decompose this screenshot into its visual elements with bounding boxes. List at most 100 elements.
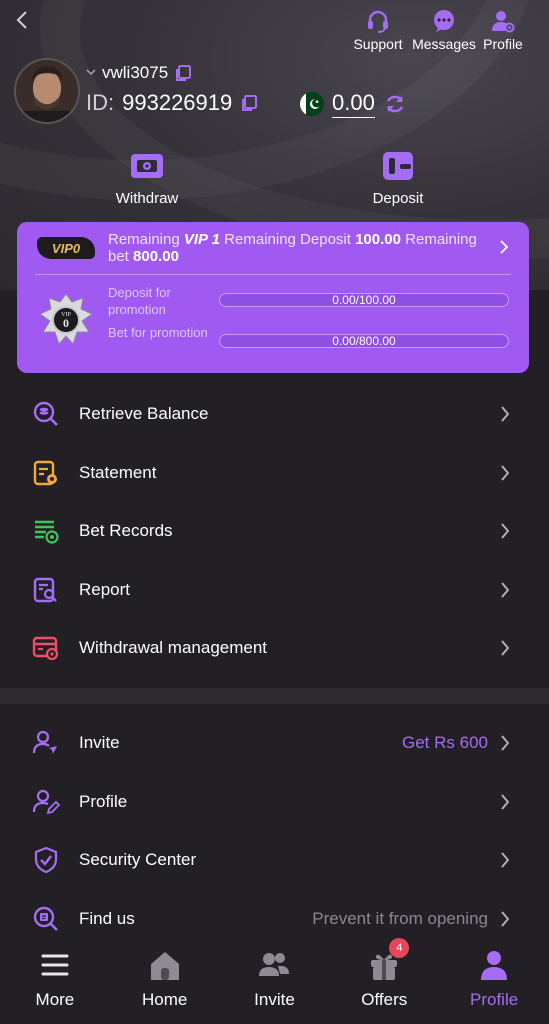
menu-item-find-us[interactable]: Find us Prevent it from opening: [0, 890, 549, 949]
vip-remaining-text: Remaining VIP 1 Remaining Deposit 100.00…: [108, 231, 477, 265]
retrieve-balance-icon: [33, 402, 58, 427]
chevron-right-icon: [501, 794, 510, 810]
support-label: Support: [353, 36, 403, 52]
menu-label: Withdrawal management: [79, 638, 268, 658]
menu-label: Profile: [79, 791, 128, 811]
menu-label: Find us: [79, 908, 135, 928]
chevron-down-icon[interactable]: [86, 68, 96, 79]
deposit-progress-bar: 0.00/100.00: [219, 293, 509, 307]
chat-bubble-icon: [434, 10, 454, 32]
copy-username-icon[interactable]: [174, 64, 192, 82]
menu-item-withdrawal-management[interactable]: Withdrawal management: [0, 619, 549, 678]
chevron-right-icon: [501, 735, 510, 751]
withdraw-icon: [131, 154, 163, 178]
back-button[interactable]: [12, 8, 32, 32]
nav-label: Invite: [254, 990, 295, 1009]
menu-primary: Retrieve Balance Statement Bet Records R…: [0, 385, 549, 678]
offers-count-badge: 4: [389, 938, 410, 958]
messages-label: Messages: [412, 36, 476, 52]
menu-item-bet-records[interactable]: Bet Records: [0, 502, 549, 561]
shield-check-icon: [34, 847, 58, 874]
nav-offers[interactable]: 4 Offers: [329, 938, 439, 1024]
deposit-promotion-label: Deposit for promotion: [108, 285, 171, 317]
menu-item-invite[interactable]: Invite Get Rs 600: [0, 714, 549, 773]
top-actions: Support Messages Profile: [347, 8, 527, 52]
chevron-right-icon: [501, 406, 510, 422]
username: vwli3075: [102, 63, 169, 82]
nav-label: Profile: [469, 990, 519, 1009]
deposit-label: Deposit: [372, 190, 424, 207]
nav-home[interactable]: Home: [110, 942, 220, 1024]
home-icon: [150, 952, 179, 980]
profile-label: Profile: [483, 36, 523, 52]
statement-icon: [33, 460, 57, 485]
bet-progress-bar: 0.00/800.00: [219, 334, 509, 348]
vip-card[interactable]: VIP0 Remaining VIP 1 Remaining Deposit 1…: [17, 222, 529, 373]
balance-amount: 0.00: [332, 90, 375, 118]
avatar-portrait-icon: [16, 60, 78, 122]
menu-secondary: Invite Get Rs 600 Profile Security Cente…: [0, 714, 549, 948]
menu-label: Retrieve Balance: [79, 404, 209, 424]
user-id-row: ID: 993226919: [86, 90, 258, 116]
withdrawal-management-icon: [32, 637, 59, 661]
nav-label: More: [35, 990, 75, 1009]
wallet-icon: [383, 152, 413, 180]
profile-edit-icon: [32, 789, 60, 814]
deposit-button[interactable]: Deposit: [362, 150, 434, 207]
menu-item-retrieve-balance[interactable]: Retrieve Balance: [0, 385, 549, 444]
chevron-right-icon: [501, 852, 510, 868]
nav-invite[interactable]: Invite: [220, 942, 330, 1024]
vip-level-badge: VIP0: [37, 237, 95, 259]
chevron-right-icon: [501, 640, 510, 656]
chevron-right-icon: [501, 465, 510, 481]
find-us-icon: [33, 906, 58, 931]
bet-records-icon: [35, 521, 59, 544]
headset-icon: [368, 10, 388, 33]
username-row: vwli3075: [86, 63, 192, 83]
chevron-right-icon[interactable]: [499, 240, 509, 254]
menu-item-statement[interactable]: Statement: [0, 444, 549, 503]
pakistan-flag-icon: [300, 92, 324, 116]
nav-label: Offers: [361, 990, 408, 1009]
user-id-value: 993226919: [122, 90, 233, 115]
bottom-navigation: More Home Invite 4 Offers Profile: [0, 938, 549, 1024]
find-us-hint-text: Prevent it from opening: [312, 908, 488, 928]
menu-hamburger-icon: [41, 954, 69, 976]
support-button[interactable]: Support: [347, 8, 409, 52]
vip-emblem-level: 0: [63, 316, 69, 330]
users-icon: [259, 953, 290, 976]
chevron-right-icon: [501, 523, 510, 539]
chevron-right-icon: [501, 582, 510, 598]
menu-label: Report: [79, 579, 131, 599]
invite-user-icon: [32, 731, 57, 755]
menu-label: Security Center: [79, 850, 197, 870]
nav-profile[interactable]: Profile: [439, 942, 549, 1024]
avatar[interactable]: [14, 58, 80, 124]
deposit-progress-text: 0.00/100.00: [332, 293, 396, 307]
invite-reward-text: Get Rs 600: [402, 733, 488, 753]
profile-settings-button[interactable]: Profile: [479, 8, 527, 52]
menu-label: Invite: [79, 733, 120, 753]
chevron-left-icon: [16, 11, 27, 29]
refresh-icon[interactable]: [383, 92, 407, 116]
chevron-right-icon: [501, 911, 510, 927]
withdraw-label: Withdraw: [115, 190, 179, 207]
messages-button[interactable]: Messages: [409, 8, 479, 52]
nav-more[interactable]: More: [0, 942, 110, 1024]
user-settings-icon: [492, 11, 515, 33]
menu-item-profile[interactable]: Profile: [0, 773, 549, 832]
menu-label: Statement: [79, 462, 157, 482]
bet-promotion-label: Bet for promotion: [108, 325, 208, 340]
nav-label: Home: [142, 990, 188, 1009]
menu-label: Bet Records: [79, 521, 173, 541]
copy-id-icon[interactable]: [240, 94, 258, 112]
menu-item-security-center[interactable]: Security Center: [0, 831, 549, 890]
balance-row: 0.00: [300, 90, 407, 118]
bet-progress-text: 0.00/800.00: [332, 334, 396, 348]
user-icon: [481, 951, 508, 980]
menu-item-report[interactable]: Report: [0, 561, 549, 620]
vip-emblem-icon: VIP 0: [38, 293, 94, 345]
id-label: ID:: [86, 90, 115, 115]
withdraw-button[interactable]: Withdraw: [105, 150, 189, 207]
section-divider: [0, 688, 549, 704]
